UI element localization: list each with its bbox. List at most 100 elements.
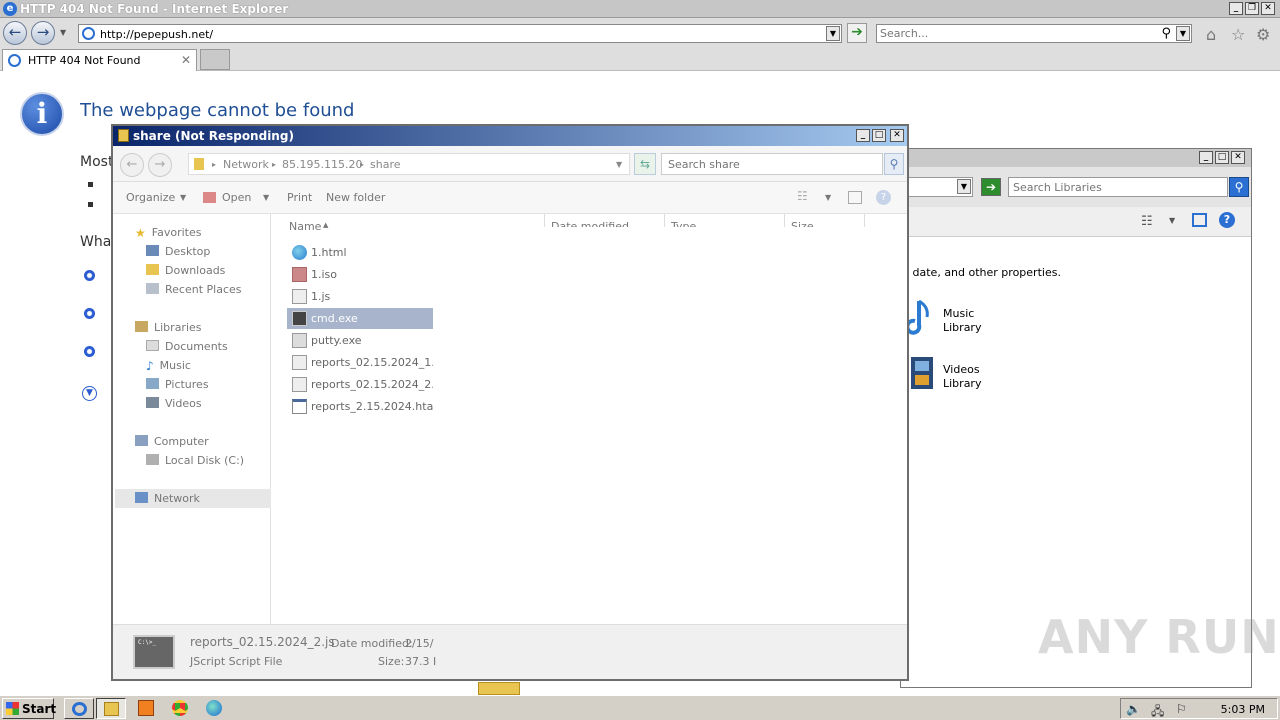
ie-search-box[interactable]: ⚲ ▼ <box>876 24 1192 43</box>
clock[interactable]: 5:03 PM <box>1221 703 1265 716</box>
taskbar-ie-button[interactable] <box>64 698 94 719</box>
organize-dropdown-icon[interactable]: ▼ <box>180 193 186 202</box>
videos-library-label-1: Videos <box>943 363 980 376</box>
details-pane: reports_02.15.2024_2.js JScript Script F… <box>113 624 907 679</box>
flag-notification-icon[interactable]: ⚐ <box>1176 702 1187 716</box>
history-dropdown-icon[interactable]: ▼ <box>60 28 66 37</box>
preview-pane-icon[interactable] <box>1192 213 1207 227</box>
libraries-minimize-button[interactable]: _ <box>1199 151 1213 164</box>
minimize-button[interactable]: _ <box>1229 2 1243 15</box>
libraries-close-button[interactable]: ✕ <box>1231 151 1245 164</box>
media-player-icon[interactable] <box>138 700 154 716</box>
breadcrumb-arrow-icon[interactable]: ▸ <box>272 160 276 169</box>
watermark-text: ANY RUN <box>1038 610 1280 664</box>
nav-music[interactable]: ♪ Music <box>146 359 191 373</box>
nav-local-disk[interactable]: Local Disk (C:) <box>146 454 244 467</box>
file-row[interactable]: 1.iso <box>287 264 433 285</box>
nav-desktop[interactable]: Desktop <box>146 245 210 258</box>
chrome-icon[interactable] <box>172 700 188 716</box>
libraries-search-box[interactable] <box>1008 177 1228 197</box>
view-dropdown-icon[interactable]: ▼ <box>1169 216 1175 225</box>
share-window: share (Not Responding) _ □ ✕ ← → ▸ Netwo… <box>111 124 909 681</box>
breadcrumb-dropdown-icon[interactable]: ▼ <box>616 160 622 169</box>
help-icon[interactable]: ? <box>1219 212 1235 228</box>
refresh-icon[interactable]: ⇆ <box>634 153 656 175</box>
back-button[interactable]: ← <box>3 21 27 45</box>
preview-pane-icon[interactable] <box>848 191 862 204</box>
file-row[interactable]: reports_02.15.2024_2.js <box>287 374 444 395</box>
libraries-maximize-button[interactable]: □ <box>1215 151 1229 164</box>
gear-icon[interactable]: ⚙ <box>1256 25 1270 44</box>
libraries-search-icon[interactable]: ⚲ <box>1229 177 1249 197</box>
breadcrumb-arrow-icon[interactable]: ▸ <box>212 160 216 169</box>
help-icon[interactable]: ? <box>876 190 891 205</box>
taskbar-explorer-button[interactable] <box>96 698 126 719</box>
ie-search-input[interactable] <box>880 27 1150 40</box>
volume-icon[interactable]: 🔈 <box>1126 702 1141 716</box>
share-maximize-button[interactable]: □ <box>872 129 886 142</box>
breadcrumb-share[interactable]: share <box>370 158 401 171</box>
nav-favorites[interactable]: ★ Favorites <box>135 226 201 240</box>
file-row[interactable]: reports_02.15.2024_1.js <box>287 352 444 373</box>
file-row-selected[interactable]: cmd.exe <box>287 308 433 329</box>
home-icon[interactable]: ⌂ <box>1206 25 1216 44</box>
share-close-button[interactable]: ✕ <box>890 129 904 142</box>
expand-more-icon[interactable]: ▼ <box>82 386 97 401</box>
new-folder-button[interactable]: New folder <box>326 191 385 204</box>
address-url: http://pepepush.net/ <box>100 28 214 41</box>
share-forward-button[interactable]: → <box>148 153 172 177</box>
address-bar[interactable]: http://pepepush.net/ ▼ <box>78 24 842 43</box>
libraries-search-input[interactable] <box>1013 181 1213 194</box>
favorites-star-icon[interactable]: ☆ <box>1231 25 1245 44</box>
nav-downloads[interactable]: Downloads <box>146 264 225 277</box>
breadcrumb-arrow-icon[interactable]: ▸ <box>360 160 364 169</box>
file-row[interactable]: 1.html <box>287 242 433 263</box>
change-view-icon[interactable]: ☷ <box>1141 214 1153 229</box>
close-button[interactable]: ✕ <box>1261 2 1275 15</box>
open-dropdown-icon[interactable]: ▼ <box>263 193 269 202</box>
nav-documents[interactable]: Documents <box>146 340 228 353</box>
music-note-icon: ♪ <box>146 359 154 373</box>
libraries-address-dropdown-icon[interactable]: ▼ <box>957 179 971 194</box>
view-dropdown-icon[interactable]: ▼ <box>825 193 831 202</box>
tab-close-icon[interactable]: ✕ <box>181 53 191 67</box>
nav-videos[interactable]: Videos <box>146 397 202 410</box>
nav-pictures[interactable]: Pictures <box>146 378 209 391</box>
share-nav-bar: ← → ▸ Network ▸ 85.195.115.20 ▸ share ▼ … <box>113 146 907 182</box>
nav-computer[interactable]: Computer <box>135 435 209 448</box>
share-search-input[interactable] <box>668 158 868 171</box>
search-icon[interactable]: ⚲ <box>1161 26 1171 41</box>
share-back-button[interactable]: ← <box>120 153 144 177</box>
change-view-icon[interactable]: ☷ <box>797 189 808 203</box>
breadcrumb[interactable]: ▸ Network ▸ 85.195.115.20 ▸ share ▼ <box>188 153 630 175</box>
address-dropdown-icon[interactable]: ▼ <box>826 26 840 41</box>
libraries-address-bar[interactable]: ▼ <box>901 177 973 197</box>
tab-http-404[interactable]: HTTP 404 Not Found ✕ <box>2 49 197 71</box>
share-search-icon[interactable]: ⚲ <box>884 153 904 175</box>
details-size-label: Size: <box>378 655 405 668</box>
nav-network[interactable]: Network <box>135 492 200 505</box>
share-minimize-button[interactable]: _ <box>856 129 870 142</box>
open-button[interactable]: Open <box>222 191 251 204</box>
ie-window-title: HTTP 404 Not Found - Internet Explorer <box>20 2 289 16</box>
nav-libraries[interactable]: Libraries <box>135 321 202 334</box>
file-row[interactable]: putty.exe <box>287 330 433 351</box>
go-button[interactable]: ➔ <box>847 23 867 43</box>
taskbar: Start 🔈 🖧 ⚐ 5:03 PM <box>0 695 1280 720</box>
nav-recent-places[interactable]: Recent Places <box>146 283 242 296</box>
search-dropdown-icon[interactable]: ▼ <box>1176 26 1190 41</box>
file-row[interactable]: reports_2.15.2024.hta <box>287 396 433 417</box>
forward-button[interactable]: → <box>31 21 55 45</box>
edge-icon[interactable] <box>206 700 222 716</box>
breadcrumb-ip[interactable]: 85.195.115.20 <box>282 158 362 171</box>
file-row[interactable]: 1.js <box>287 286 433 307</box>
restore-button[interactable]: ❐ <box>1245 2 1259 15</box>
organize-button[interactable]: Organize <box>126 191 175 204</box>
network-tray-icon[interactable]: 🖧 <box>1151 702 1164 720</box>
print-button[interactable]: Print <box>287 191 312 204</box>
breadcrumb-network[interactable]: Network <box>223 158 269 171</box>
libraries-go-button[interactable]: ➔ <box>981 178 1001 196</box>
new-tab-button[interactable] <box>200 49 230 70</box>
share-search-box[interactable] <box>661 153 883 175</box>
start-button[interactable]: Start <box>2 698 56 719</box>
